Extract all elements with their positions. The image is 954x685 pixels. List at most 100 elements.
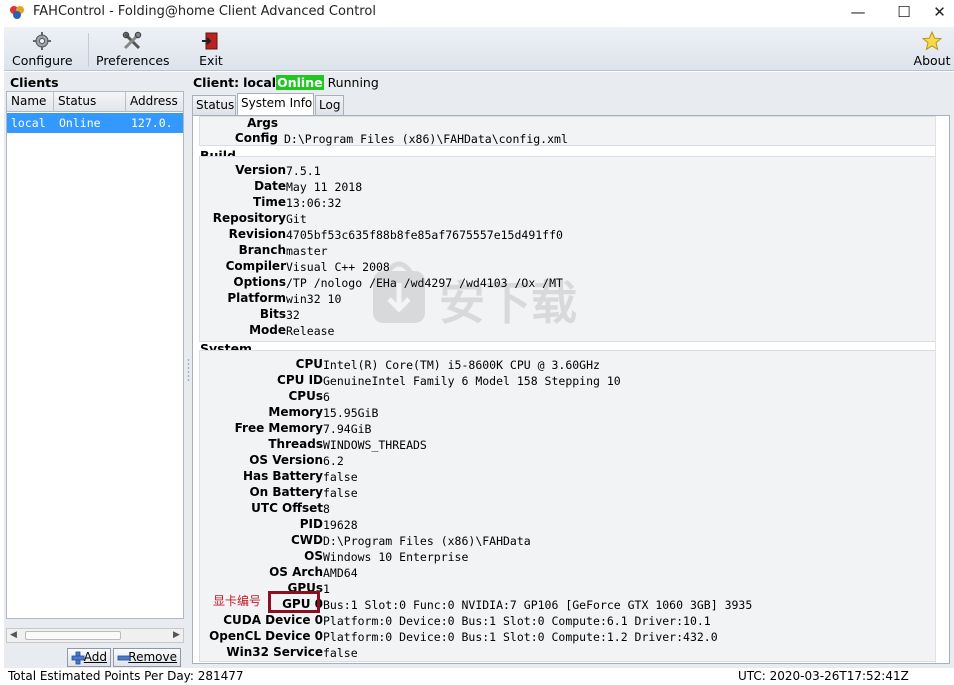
build-field-label: Platform	[227, 291, 286, 305]
preferences-label: Preferences	[96, 53, 170, 68]
build-field-label: Mode	[249, 323, 286, 337]
args-group: Args Config D:\Program Files (x86)\FAHDa…	[199, 116, 941, 146]
build-field-value: May 11 2018	[286, 180, 363, 194]
system-field-value: Intel(R) Core(TM) i5-8600K CPU @ 3.60GHz	[323, 358, 600, 372]
config-value: D:\Program Files (x86)\FAHData\config.xm…	[284, 132, 568, 146]
build-field-label: Revision	[228, 227, 286, 241]
system-field-label: OS	[304, 549, 323, 563]
build-field-value: 32	[286, 308, 300, 322]
exit-icon	[202, 32, 218, 50]
minimize-button[interactable]: —	[835, 0, 881, 26]
build-field-label: Bits	[259, 307, 286, 321]
system-field-value: 7.94GiB	[323, 422, 372, 436]
clients-table: Name Status Address local Online 127.0.	[6, 91, 184, 619]
content-vertical-scrollbar[interactable]	[935, 116, 949, 663]
fah-app-icon	[10, 6, 24, 19]
build-field-value: Visual C++ 2008	[286, 260, 390, 274]
column-header-status[interactable]: Status	[58, 94, 96, 108]
close-button[interactable]: ✕	[925, 0, 954, 26]
column-header-address[interactable]: Address	[130, 94, 178, 108]
build-field-value: Release	[286, 324, 335, 338]
add-label: Add	[83, 650, 107, 664]
system-field-label: CPUs	[288, 389, 324, 403]
client-row-local[interactable]: local Online 127.0.	[7, 113, 183, 133]
build-field-value: 4705bf53c635f88b8fe85af7675557e15d491ff0	[286, 228, 563, 242]
config-label: Config	[234, 131, 278, 145]
system-field-value: GenuineIntel Family 6 Model 158 Stepping…	[323, 374, 621, 388]
configure-icon	[33, 32, 51, 50]
system-field-label: Free Memory	[234, 421, 323, 435]
about-label: About	[913, 53, 951, 68]
client-online-badge: Online	[276, 75, 324, 90]
title-bar: FAHControl - Folding@home Client Advance…	[0, 0, 954, 26]
system-field-value: 19628	[323, 518, 358, 532]
system-group: CPU Intel(R) Core(TM) i5-8600K CPU @ 3.60…	[199, 350, 941, 662]
scroll-right-arrow-icon[interactable]: ▶	[173, 629, 180, 642]
build-field-label: Repository	[212, 211, 286, 225]
scrollbar-thumb[interactable]	[25, 631, 121, 640]
clients-horizontal-scrollbar[interactable]: ◀ ▶	[6, 628, 184, 643]
gpu-highlight-box	[268, 591, 320, 613]
configure-label: Configure	[12, 53, 73, 68]
system-field-value: Platform:0 Device:0 Bus:1 Slot:0 Compute…	[323, 630, 718, 644]
utc-clock: UTC: 2020-03-26T17:52:41Z	[738, 669, 909, 683]
system-field-label: UTC Offset	[251, 501, 323, 515]
configure-button[interactable]: Configure	[12, 27, 73, 71]
system-field-label: CPU ID	[277, 373, 323, 387]
system-field-value: Platform:0 Device:0 Bus:1 Slot:0 Compute…	[323, 614, 711, 628]
points-per-day: Total Estimated Points Per Day: 281477	[8, 669, 244, 683]
system-info-content: Args Config D:\Program Files (x86)\FAHDa…	[192, 115, 950, 664]
build-field-value: master	[286, 244, 328, 258]
tab-status[interactable]: Status	[192, 95, 236, 115]
minus-icon	[117, 655, 131, 661]
client-prefix: Client:	[193, 75, 240, 90]
build-field-label: Options	[233, 275, 286, 289]
gpu-annotation: 显卡编号	[213, 594, 262, 608]
about-button[interactable]: About	[912, 27, 952, 71]
system-field-label: Memory	[268, 405, 323, 419]
clients-title: Clients	[10, 75, 59, 90]
tab-system-info[interactable]: System Info	[237, 93, 314, 116]
toolbar-separator	[88, 33, 89, 67]
args-label: Args	[247, 116, 278, 130]
system-field-value: 1	[323, 582, 330, 596]
build-field-value: win32 10	[286, 292, 342, 306]
remove-label: Remove	[128, 650, 177, 664]
client-name-cell: local	[11, 116, 46, 130]
exit-button[interactable]: Exit	[194, 27, 228, 71]
system-field-label: On Battery	[249, 485, 323, 499]
toolbar: Configure Preferences Exit About	[4, 27, 954, 71]
system-field-value: false	[323, 470, 358, 484]
build-group: Version 7.5.1 Date May 11 2018 Time 13:06:32 R…	[199, 156, 941, 342]
client-activity: Running	[327, 75, 379, 90]
system-field-value: 15.95GiB	[323, 406, 379, 420]
client-status-cell: Online	[59, 116, 101, 130]
system-field-value: false	[323, 646, 358, 660]
build-field-label: Version	[235, 163, 286, 177]
column-divider[interactable]	[125, 92, 126, 112]
system-field-label: CWD	[290, 533, 323, 547]
system-field-value: WINDOWS_THREADS	[323, 438, 427, 452]
scroll-left-arrow-icon[interactable]: ◀	[10, 629, 17, 642]
maximize-button[interactable]: ☐	[881, 0, 927, 26]
system-field-label: CUDA Device 0	[223, 613, 323, 627]
remove-client-button[interactable]: Remove	[113, 648, 181, 667]
window-title: FAHControl - Folding@home Client Advance…	[33, 4, 376, 19]
tab-log[interactable]: Log	[315, 95, 344, 115]
preferences-button[interactable]: Preferences	[96, 27, 170, 71]
system-field-label: CPU	[295, 357, 323, 371]
system-field-label: OpenCL Device 0	[209, 629, 323, 643]
build-field-label: Date	[254, 179, 286, 193]
build-field-value: /TP /nologo /EHa /wd4297 /wd4103 /Ox /MT	[286, 276, 563, 290]
column-header-name[interactable]: Name	[11, 94, 46, 108]
exit-label: Exit	[199, 53, 223, 68]
client-name: local	[243, 75, 277, 90]
system-field-value: Windows 10 Enterprise	[323, 550, 469, 564]
build-field-label: Compiler	[225, 259, 286, 273]
system-field-label: Has Battery	[242, 469, 323, 483]
add-client-button[interactable]: Add	[67, 648, 111, 667]
status-bar: Total Estimated Points Per Day: 281477 U…	[0, 668, 954, 685]
column-divider[interactable]	[53, 92, 54, 112]
system-field-value: Bus:1 Slot:0 Func:0 NVIDIA:7 GP106 [GeFo…	[323, 598, 753, 612]
system-field-value: 8	[323, 502, 330, 516]
